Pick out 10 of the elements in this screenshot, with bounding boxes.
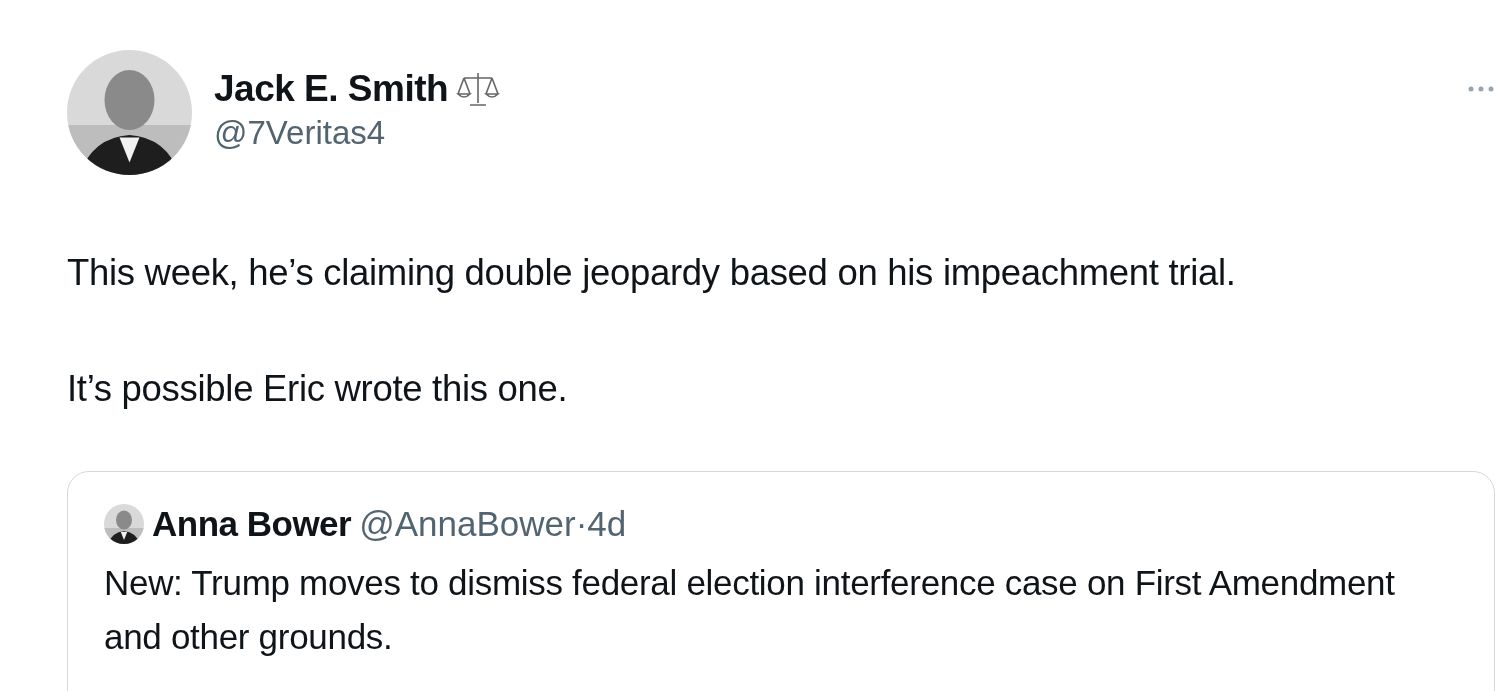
author-name[interactable]: Jack E. Smith: [214, 68, 449, 110]
quoted-tweet-text: New: Trump moves to dismiss federal election interference case on First Amendment and other grounds.: [104, 562, 1396, 658]
tweet-text: It’s possible Eric wrote this one.: [67, 367, 569, 411]
quoted-author-handle: @AnnaBower·4d: [359, 504, 627, 544]
scales-icon: [456, 70, 501, 108]
tweet-text: This week, he’s claiming double jeopardy based on his impeachment trial.: [67, 251, 1237, 295]
quoted-author-name: Anna Bower: [152, 504, 352, 544]
quoted-tweet[interactable]: Anna Bower @AnnaBower·4d New: Trump moves to dismiss federal election interference case on First Amendment and other grounds.: [67, 471, 1495, 691]
more-icon[interactable]: [1467, 85, 1495, 93]
author-handle[interactable]: @7Veritas4: [214, 114, 1445, 152]
